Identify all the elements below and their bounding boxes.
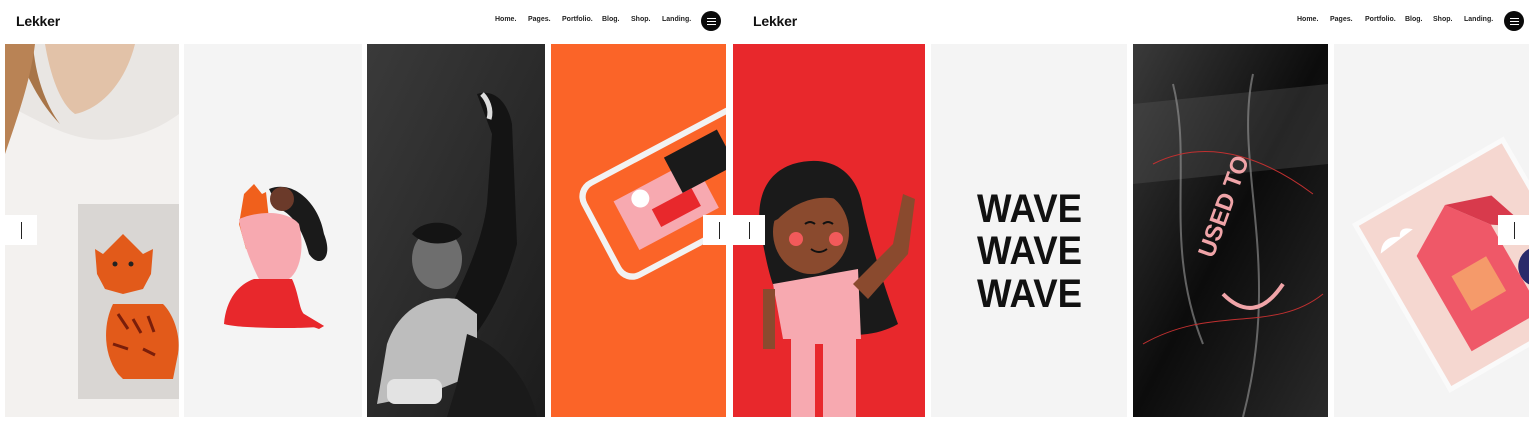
slider-next-button[interactable]: [703, 215, 733, 245]
nav-landing[interactable]: Landing.: [662, 16, 695, 23]
site-logo[interactable]: Lekker: [16, 13, 60, 29]
hamburger-icon: [706, 17, 716, 19]
nav-pages[interactable]: Pages.: [528, 16, 562, 23]
slider-prev-button[interactable]: [5, 215, 37, 245]
nav-shop[interactable]: Shop.: [631, 16, 662, 23]
main-nav: Home. Pages. Portfolio. Blog. Shop. Land…: [495, 16, 695, 23]
arrow-left-icon: [20, 221, 22, 239]
arrow-right-icon: [718, 221, 720, 239]
site-logo[interactable]: Lekker: [753, 13, 797, 29]
nav-portfolio[interactable]: Portfolio.: [562, 16, 602, 23]
nav-home[interactable]: Home.: [1297, 16, 1330, 23]
site-header: Lekker Home. Pages. Portfolio. Blog. Sho…: [0, 0, 733, 44]
arrow-right-icon: [1513, 221, 1515, 239]
site-header: Lekker Home. Pages. Portfolio. Blog. Sho…: [733, 0, 1536, 44]
left-screenshot: Lekker Home. Pages. Portfolio. Blog. Sho…: [0, 0, 733, 423]
portfolio-item-wave-type[interactable]: WAVE WAVE WAVE: [931, 44, 1127, 417]
portfolio-item-plastic-poster[interactable]: USED TO: [1133, 44, 1328, 417]
portfolio-item-bw-photo[interactable]: [367, 44, 545, 417]
nav-landing[interactable]: Landing.: [1464, 16, 1498, 23]
main-nav: Home. Pages. Portfolio. Blog. Shop. Land…: [1297, 16, 1498, 23]
portfolio-item-woman-cat[interactable]: [184, 44, 362, 417]
wave-text-1: WAVE: [977, 187, 1082, 231]
portfolio-item-phone-app[interactable]: [551, 44, 726, 417]
nav-blog[interactable]: Blog.: [1405, 16, 1433, 23]
nav-shop[interactable]: Shop.: [1433, 16, 1464, 23]
nav-home[interactable]: Home.: [495, 16, 528, 23]
wave-text-3: WAVE: [977, 272, 1082, 316]
nav-portfolio[interactable]: Portfolio.: [1365, 16, 1405, 23]
slider-next-button[interactable]: [1498, 215, 1530, 245]
hamburger-icon: [1509, 17, 1519, 19]
wave-text-2: WAVE: [977, 229, 1082, 273]
slider-prev-button[interactable]: [733, 215, 765, 245]
right-screenshot: Lekker Home. Pages. Portfolio. Blog. Sho…: [733, 0, 1536, 423]
nav-blog[interactable]: Blog.: [602, 16, 631, 23]
arrow-left-icon: [748, 221, 750, 239]
menu-button[interactable]: [1504, 11, 1524, 31]
menu-button[interactable]: [701, 11, 721, 31]
nav-pages[interactable]: Pages.: [1330, 16, 1365, 23]
